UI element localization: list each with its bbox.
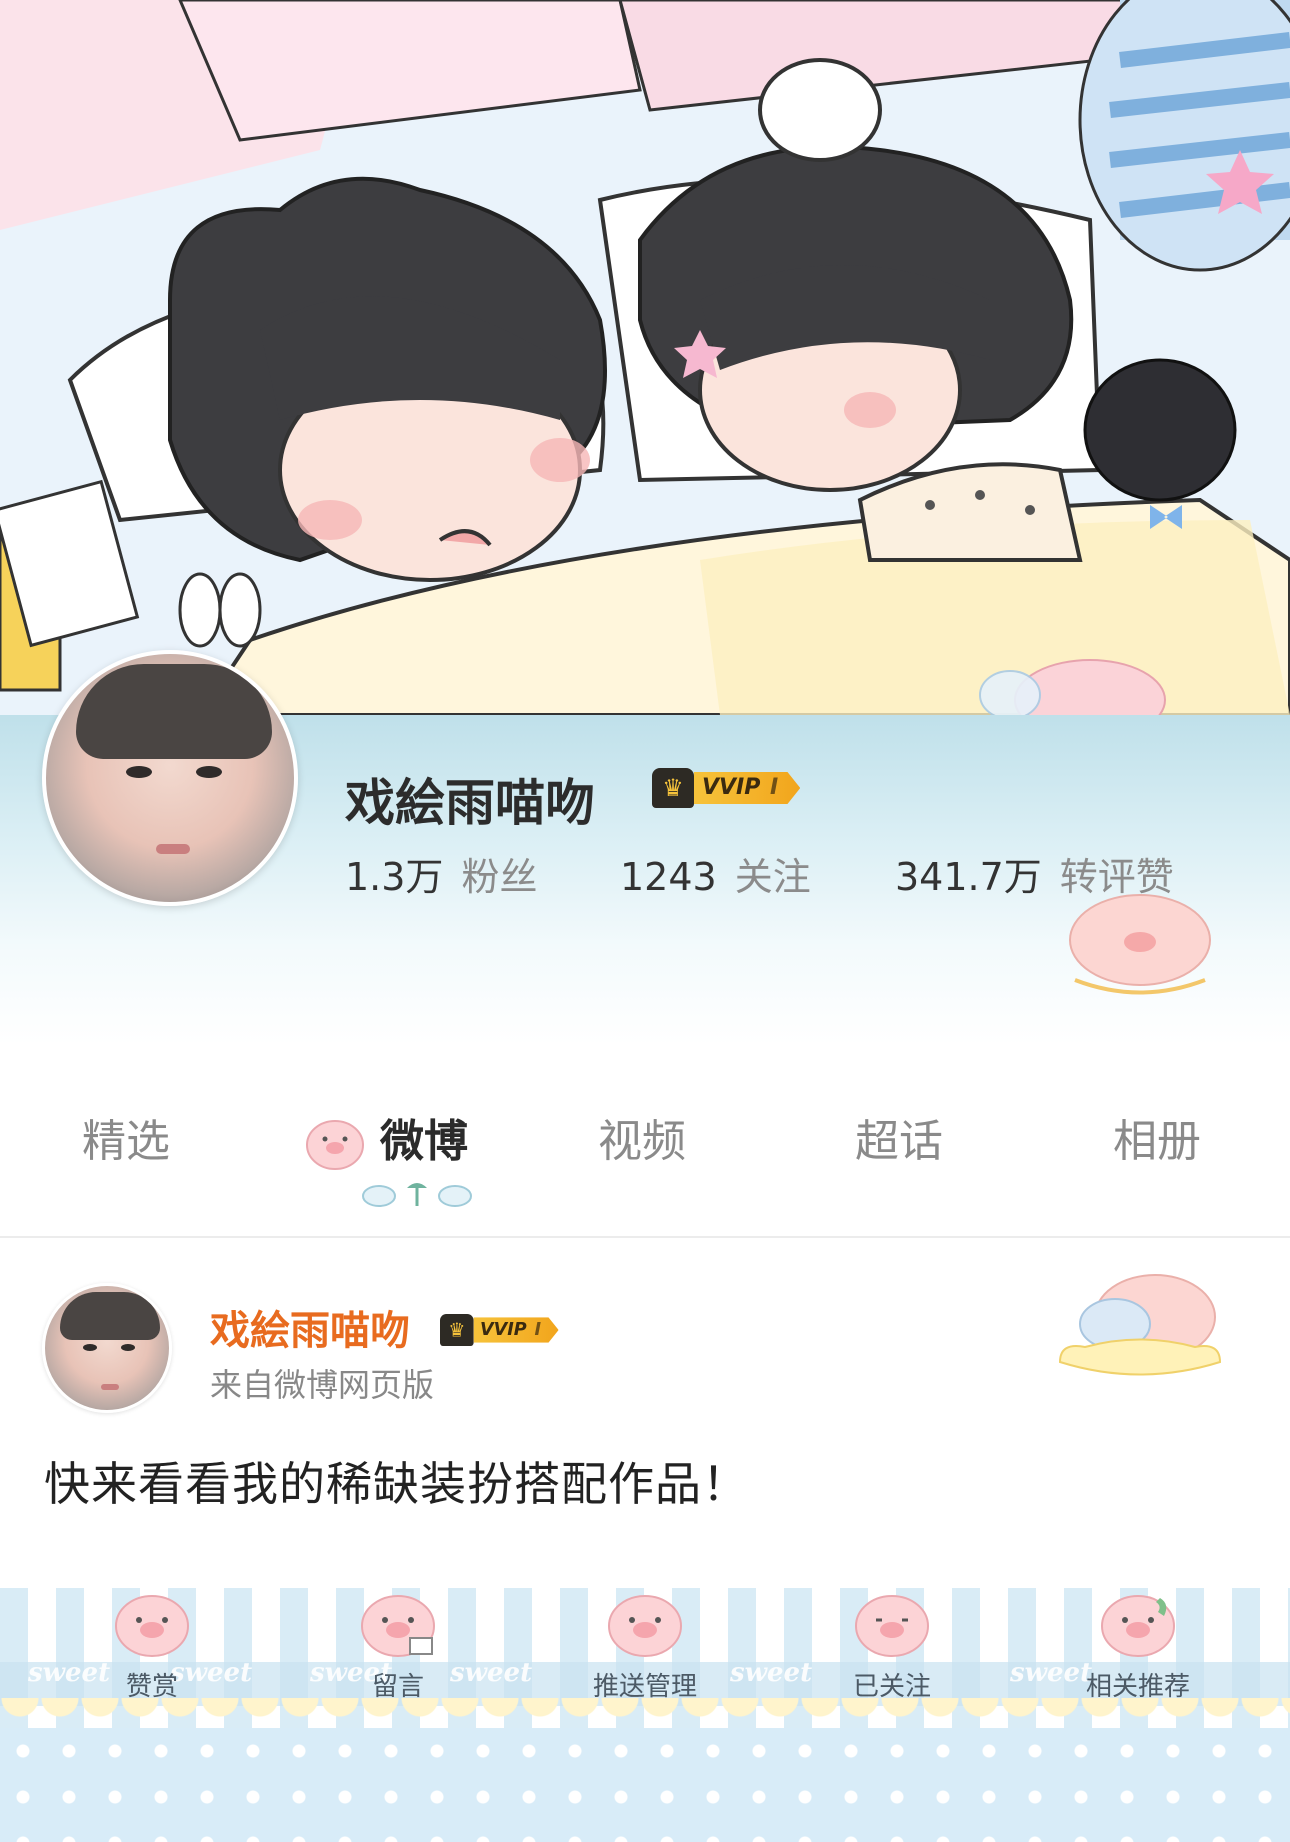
profile-avatar[interactable] [42,650,298,906]
engagement-count: 341.7万 [895,855,1042,899]
tab-super-topics[interactable]: 超话 [855,1105,943,1169]
followers-count: 1.3万 [345,855,444,899]
reward-button[interactable]: 赞赏 [42,1588,262,1738]
vip-label: VVIP I [694,772,801,804]
post-action-bar: sweet sweet sweet sweet sweet sweet 赞赏 留… [0,1588,1290,1842]
vip-label: VVIP I [473,1317,559,1343]
profile-tabs: 精选 微博 视频 超话 相册 [0,1105,1290,1225]
related-recommend-button[interactable]: 相关推荐 [1028,1588,1248,1738]
crown-icon: ♛ [440,1314,474,1346]
related-recommend-label: 相关推荐 [1085,1672,1190,1702]
reward-label: 赞赏 [125,1672,178,1702]
pig-tab-icon [306,1120,364,1170]
pig-phone-icon [1101,1595,1175,1657]
decor-flower-pattern [0,1728,1290,1842]
tabs-divider [0,1236,1290,1238]
post-vip-badge[interactable]: ♛ VVIP I [440,1314,559,1346]
tab-weibo[interactable]: 微博 [380,1105,468,1169]
tab-videos[interactable]: 视频 [598,1105,686,1169]
tab-featured[interactable]: 精选 [82,1105,170,1169]
tab-albums[interactable]: 相册 [1113,1105,1201,1169]
vip-badge[interactable]: ♛ VVIP I [652,768,801,808]
following-label: 已关注 [852,1672,931,1702]
pig-icon [855,1595,929,1657]
profile-cover-image[interactable] [0,0,1290,715]
cover-illustration [0,0,1290,715]
message-label: 留言 [371,1672,424,1702]
pig-sticker-icon [1058,1274,1222,1376]
post-source: 来自微博网页版 [210,1366,435,1404]
pig-icon [608,1595,682,1657]
message-button[interactable]: 留言 [288,1588,508,1738]
following-count: 1243 [620,855,717,899]
following-label: 关注 [734,855,811,899]
following-button[interactable]: 已关注 [782,1588,1002,1738]
followers-label: 粉丝 [461,855,538,899]
post-author-name[interactable]: 戏絵雨喵吻 [210,1298,410,1356]
pig-icon [115,1595,189,1657]
pig-message-icon [361,1595,435,1657]
post-author-avatar[interactable] [42,1283,172,1413]
pig-sticker-icon [1069,894,1211,995]
followers-stat[interactable]: 1.3万 粉丝 [345,846,620,901]
crown-icon: ♛ [652,768,694,808]
profile-stats: 1.3万 粉丝 1243 关注 341.7万 转评赞 [345,846,1174,901]
push-settings-label: 推送管理 [592,1672,697,1702]
push-settings-button[interactable]: 推送管理 [535,1588,755,1738]
tab-active-indicator [362,1183,472,1207]
profile-name[interactable]: 戏絵雨喵吻 [345,763,595,835]
following-stat[interactable]: 1243 关注 [620,846,895,901]
post-content[interactable]: 快来看看我的稀缺装扮搭配作品！ [44,1448,749,1514]
